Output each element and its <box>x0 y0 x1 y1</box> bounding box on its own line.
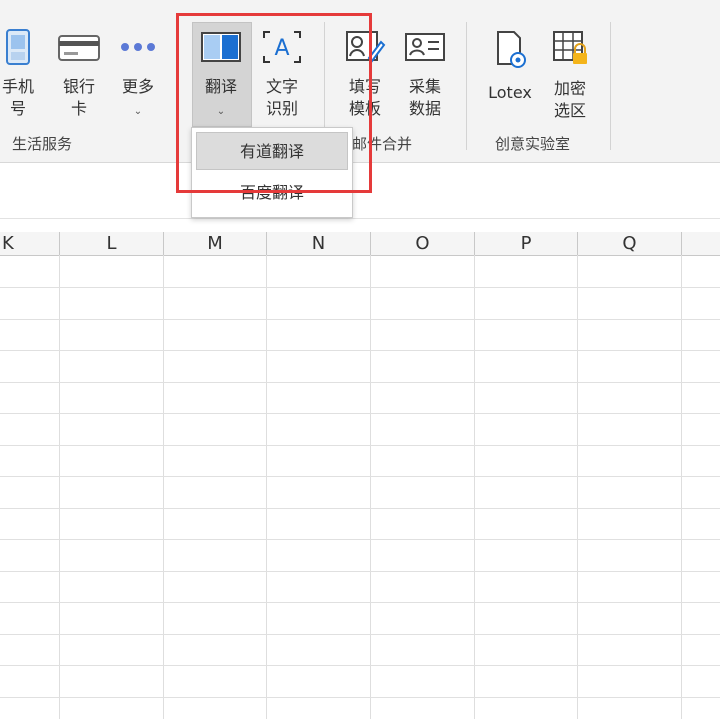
translate-button[interactable]: 翻译 ⌄ <box>192 28 250 123</box>
ocr-button[interactable]: A 文字 识别 <box>254 28 310 120</box>
grid-line <box>0 508 720 509</box>
ocr-icon: A <box>254 28 310 72</box>
grid-line <box>0 539 720 540</box>
collect-data-icon <box>398 28 452 72</box>
collect-data-button[interactable]: 采集 数据 <box>398 28 452 120</box>
more-dots-icon <box>112 28 164 72</box>
grid-line <box>0 382 720 383</box>
column-header-row: K L M N O P Q <box>0 232 720 256</box>
column-header-r[interactable] <box>682 232 720 255</box>
encrypt-selection-label: 加密 选区 <box>553 79 586 120</box>
lotex-label: Lotex <box>488 83 532 102</box>
column-header-n[interactable]: N <box>267 232 371 255</box>
grid-line <box>0 476 720 477</box>
more-chevron-down-icon: ⌄ <box>133 106 143 117</box>
fill-template-icon <box>338 28 392 72</box>
grid-line <box>0 445 720 446</box>
formula-bar-area <box>0 163 720 219</box>
grid-line <box>59 255 60 719</box>
grid-line <box>0 413 720 414</box>
grid-line <box>0 319 720 320</box>
grid-line <box>0 350 720 351</box>
grid-line <box>0 665 720 666</box>
svg-text:A: A <box>274 36 289 61</box>
collect-data-label: 采集 数据 <box>408 77 441 118</box>
grid-line <box>577 255 578 719</box>
translate-label: 翻译 <box>204 77 237 96</box>
group-separator <box>176 22 177 150</box>
more-button[interactable]: 更多 ⌄ <box>112 28 164 123</box>
grid-line <box>0 287 720 288</box>
translate-dropdown-menu: 有道翻译 百度翻译 <box>191 127 353 218</box>
more-label: 更多 <box>121 77 154 96</box>
column-header-p[interactable]: P <box>475 232 578 255</box>
encrypt-lock-icon <box>542 28 598 74</box>
column-header-q[interactable]: Q <box>578 232 682 255</box>
column-header-o[interactable]: O <box>371 232 475 255</box>
bank-card-button[interactable]: 银行 卡 <box>52 28 106 120</box>
fill-template-button[interactable]: 填写 模板 <box>338 28 392 120</box>
group-label-creative-lab: 创意实验室 <box>495 135 571 153</box>
grid-line <box>0 602 720 603</box>
menu-item-baidu-translate[interactable]: 百度翻译 <box>196 174 348 212</box>
encrypt-selection-button[interactable]: 加密 选区 <box>542 28 598 122</box>
column-header-l[interactable]: L <box>60 232 164 255</box>
group-label-life-services: 生活服务 <box>12 135 73 153</box>
lotex-button[interactable]: Lotex <box>480 28 540 104</box>
column-header-k[interactable]: K <box>0 232 60 255</box>
grid-line <box>163 255 164 719</box>
bank-card-label: 银行 卡 <box>62 77 95 118</box>
phone-number-label: 手机 号 <box>1 77 34 118</box>
grid-line <box>681 255 682 719</box>
phone-number-button[interactable]: 手机 号 <box>0 28 36 120</box>
group-label-mail-merge: 邮件合并 <box>352 135 413 153</box>
grid-line <box>0 571 720 572</box>
translate-chevron-down-icon: ⌄ <box>216 106 226 117</box>
phone-icon <box>0 28 36 72</box>
group-separator <box>466 22 467 150</box>
bank-card-icon <box>52 28 106 72</box>
lotex-gear-icon <box>480 28 540 78</box>
translate-icon <box>192 28 250 72</box>
grid-line <box>266 255 267 719</box>
grid-line <box>0 697 720 698</box>
group-separator <box>610 22 611 150</box>
grid-line <box>474 255 475 719</box>
grid-line <box>370 255 371 719</box>
column-header-m[interactable]: M <box>164 232 267 255</box>
menu-item-youdao-translate[interactable]: 有道翻译 <box>196 132 348 170</box>
ribbon: 手机 号 银行 卡 更多 ⌄ 生活服务 翻译 ⌄ A 文字 识别 填写 模板 采… <box>0 0 720 163</box>
ocr-label: 文字 识别 <box>265 77 298 118</box>
fill-template-label: 填写 模板 <box>348 77 381 118</box>
grid-line <box>0 634 720 635</box>
spreadsheet-grid[interactable]: K L M N O P Q <box>0 232 720 719</box>
